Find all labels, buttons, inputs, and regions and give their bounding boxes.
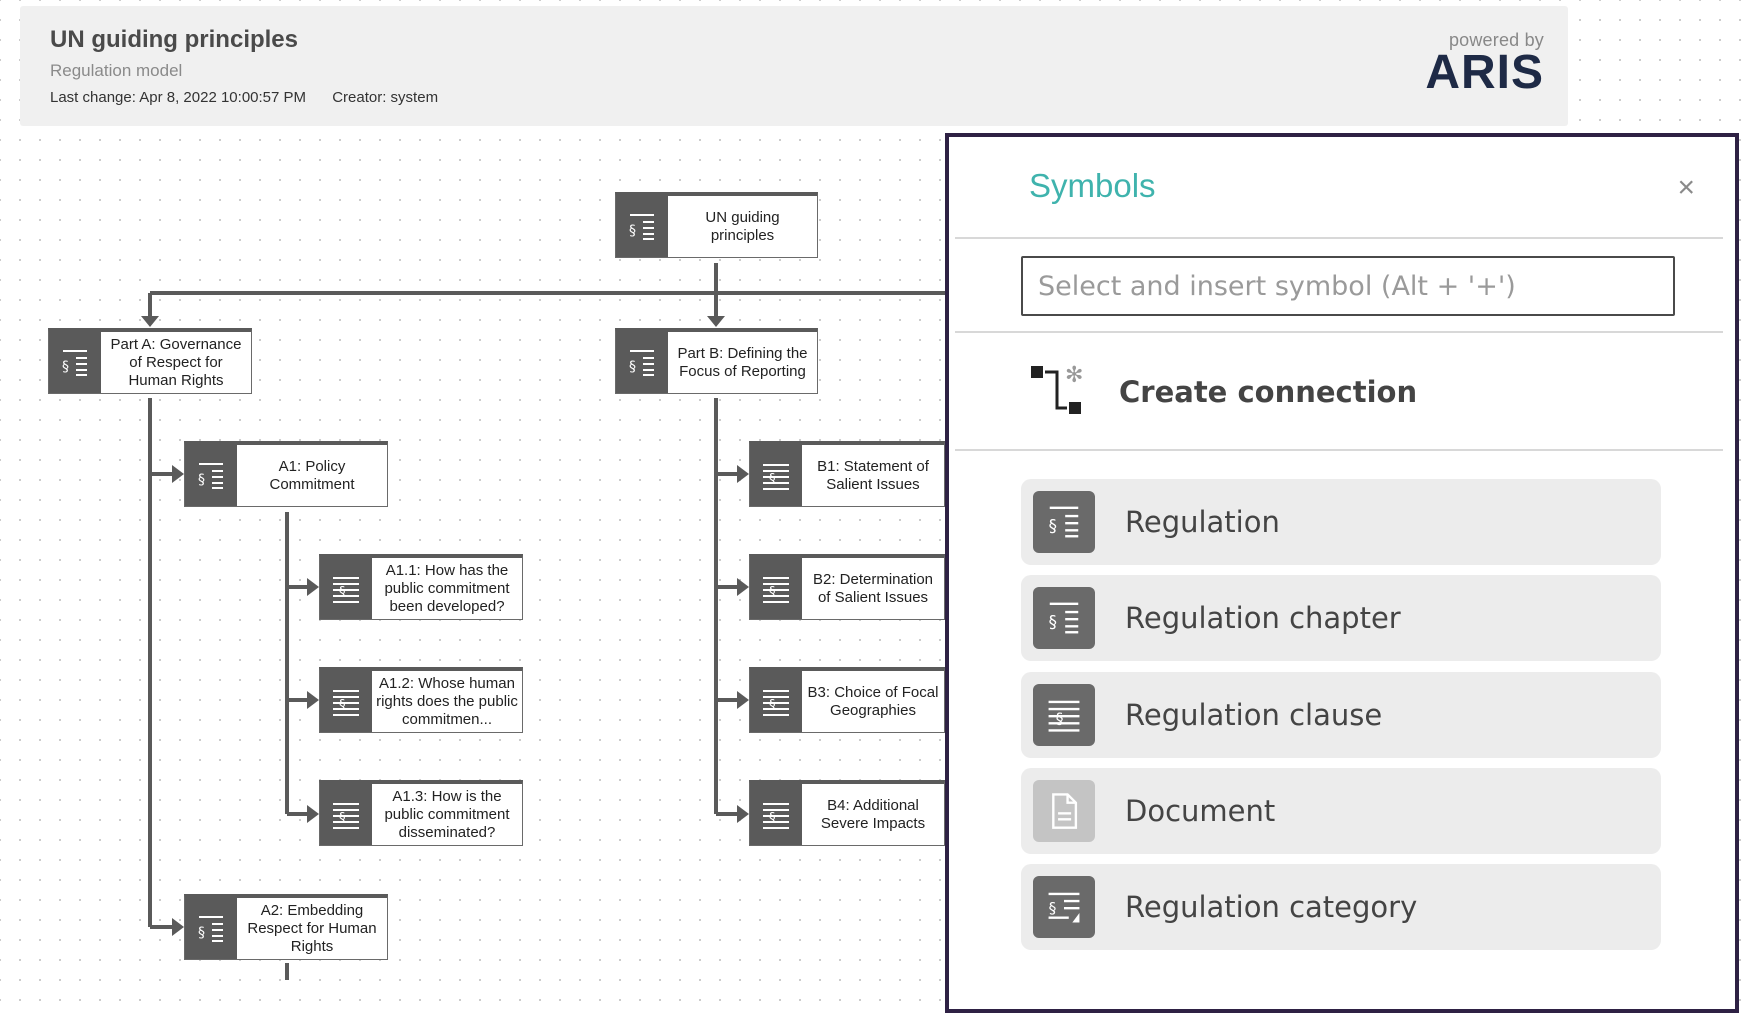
symbol-item-regulation-chapter[interactable]: § Regulation chapter [1021,575,1661,661]
regulation-clause-icon: § [750,445,802,506]
divider [955,331,1723,333]
svg-text:§: § [769,811,776,826]
regulation-clause-icon: § [750,784,802,845]
svg-text:§: § [769,472,776,487]
svg-text:§: § [769,585,776,600]
regulation-chapter-icon: § [185,445,237,506]
node-b3[interactable]: § B3: Choice of Focal Geographies [749,667,945,733]
create-connection-button[interactable]: ✻ Create connection [1029,362,1417,421]
symbol-item-regulation[interactable]: § Regulation [1021,479,1661,565]
panel-title: Symbols [1029,167,1156,204]
regulation-icon: § [616,196,668,257]
svg-text:§: § [198,925,205,941]
svg-text:§: § [629,359,636,375]
regulation-chapter-icon: § [185,898,237,959]
regulation-chapter-icon: § [1033,587,1095,649]
svg-text:§: § [1049,899,1057,917]
node-a2[interactable]: § A2: Embedding Respect for Human Rights [184,894,388,960]
svg-text:§: § [769,698,776,713]
node-a1-2[interactable]: § A1.2: Whose human rights does the publ… [319,667,523,733]
regulation-clause-icon: § [750,671,802,732]
svg-text:§: § [1049,517,1057,536]
symbol-item-regulation-category[interactable]: § Regulation category [1021,864,1661,950]
svg-text:✻: ✻ [1065,363,1083,388]
svg-text:§: § [339,811,346,826]
node-label: UN guiding principles [705,208,780,244]
divider [955,449,1723,451]
symbol-item-document[interactable]: Document [1021,768,1661,854]
regulation-chapter-icon: § [49,332,101,393]
node-a1-1[interactable]: § A1.1: How has the public commitment be… [319,554,523,620]
node-label: A1.1: How has the public commitment been… [384,561,510,615]
regulation-clause-icon: § [750,558,802,619]
node-b2[interactable]: § B2: Determination of Salient Issues [749,554,945,620]
symbol-label: Regulation clause [1125,698,1383,732]
symbol-search-input[interactable] [1021,256,1675,316]
connection-icon: ✻ [1029,362,1083,421]
node-label: B1: Statement of Salient Issues [817,457,929,493]
svg-text:§: § [1049,613,1057,632]
symbol-label: Regulation chapter [1125,601,1401,635]
regulation-category-icon: § [1033,876,1095,938]
node-b1[interactable]: § B1: Statement of Salient Issues [749,441,945,507]
svg-text:§: § [339,585,346,600]
symbol-label: Regulation category [1125,890,1418,924]
node-label: B4: Additional Severe Impacts [820,796,926,832]
aris-logo: powered by ARIS [1425,30,1544,99]
divider [955,237,1723,239]
document-icon [1033,780,1095,842]
brand-name: ARIS [1425,46,1544,99]
node-part-a[interactable]: § Part A: Governance of Respect for Huma… [48,328,252,394]
symbol-label: Document [1125,794,1276,828]
regulation-icon: § [1033,491,1095,553]
node-part-b[interactable]: § Part B: Defining the Focus of Reportin… [615,328,818,394]
node-label: B3: Choice of Focal Geographies [807,683,939,719]
regulation-clause-icon: § [320,671,372,732]
node-label: B2: Determination of Salient Issues [812,570,934,606]
svg-text:§: § [198,472,205,488]
node-label: A2: Embedding Respect for Human Rights [247,901,377,955]
node-root[interactable]: § UN guiding principles [615,192,818,258]
svg-text:§: § [629,223,636,239]
svg-text:§: § [62,359,69,375]
symbol-label: Regulation [1125,505,1280,539]
regulation-chapter-icon: § [616,332,668,393]
regulation-clause-icon: § [1033,684,1095,746]
close-icon[interactable]: × [1677,171,1695,205]
node-label: Part A: Governance of Respect for Human … [110,335,242,389]
regulation-clause-icon: § [320,784,372,845]
create-connection-label: Create connection [1119,374,1418,409]
node-b4[interactable]: § B4: Additional Severe Impacts [749,780,945,846]
node-a1[interactable]: § A1: Policy Commitment [184,441,388,507]
svg-text:§: § [339,698,346,713]
symbols-panel: Symbols × ✻ Create connection § Regulati… [945,133,1739,1013]
node-label: A1.2: Whose human rights does the public… [376,674,518,728]
node-label: A1.3: How is the public commitment disse… [384,787,510,841]
svg-text:§: § [1056,709,1064,727]
node-label: Part B: Defining the Focus of Reporting [677,344,808,380]
symbol-item-regulation-clause[interactable]: § Regulation clause [1021,672,1661,758]
node-label: A1: Policy Commitment [269,457,355,493]
node-a1-3[interactable]: § A1.3: How is the public commitment dis… [319,780,523,846]
regulation-clause-icon: § [320,558,372,619]
